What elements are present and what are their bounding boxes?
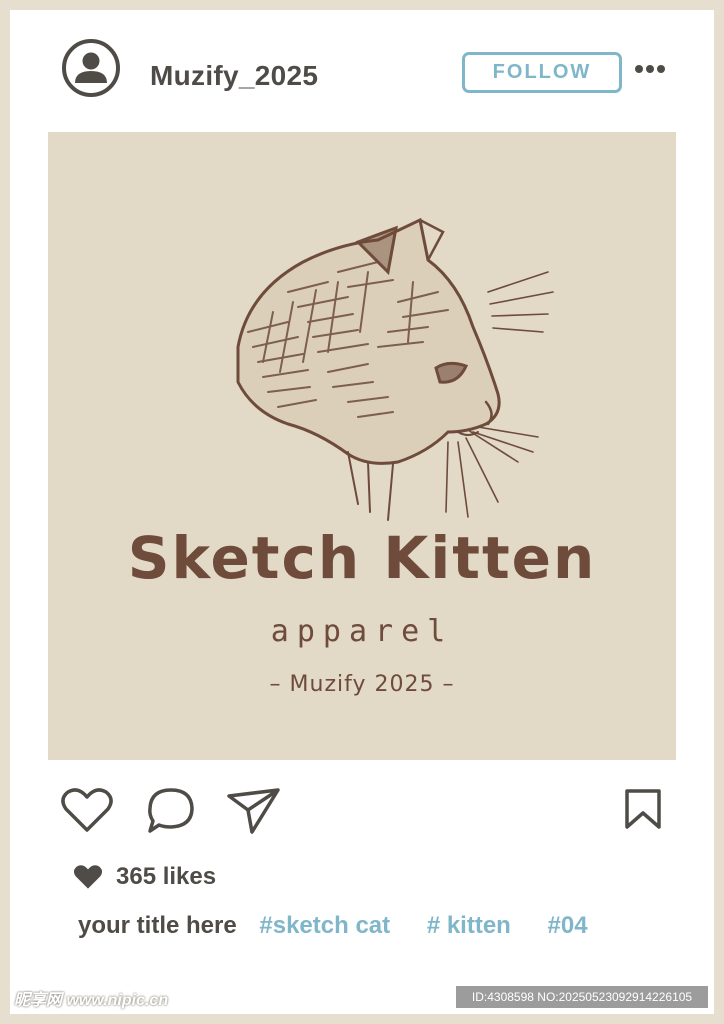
hashtag[interactable]: #sketch cat <box>259 912 390 939</box>
share-icon[interactable] <box>226 786 282 836</box>
more-options-icon[interactable] <box>634 62 666 76</box>
brand-title: Sketch Kitten <box>127 524 597 592</box>
hashtag[interactable]: # kitten <box>427 912 511 939</box>
avatar[interactable] <box>62 39 120 97</box>
watermark: 昵享网 www.nipic.cn <box>14 992 169 1009</box>
post-image[interactable]: Sketch Kitten apparel – Muzify 2025 – <box>48 132 676 760</box>
kitten-sketch-illustration <box>236 217 554 521</box>
image-id-bar: ID:4308598 NO:20250523092914226105 <box>456 986 708 1008</box>
caption-title: your title here <box>78 912 237 939</box>
hashtag[interactable]: #04 <box>548 912 588 939</box>
likes-row[interactable]: 365 likes <box>72 862 216 892</box>
post-card: Muzify_2025 FOLLOW Sketch Kitten apparel… <box>10 10 714 1014</box>
comment-icon[interactable] <box>146 786 196 836</box>
bookmark-icon[interactable] <box>624 788 662 830</box>
username[interactable]: Muzify_2025 <box>150 60 318 92</box>
likes-count: 365 likes <box>116 863 217 890</box>
caption: your title here #sketch cat # kitten #04 <box>78 912 618 940</box>
brand-tag: – Muzify 2025 – <box>269 672 455 697</box>
user-icon <box>75 52 107 83</box>
heart-icon[interactable] <box>60 786 114 834</box>
follow-button[interactable]: FOLLOW <box>462 52 622 93</box>
filled-heart-icon <box>73 865 103 889</box>
brand-subtitle: apparel <box>270 614 454 649</box>
